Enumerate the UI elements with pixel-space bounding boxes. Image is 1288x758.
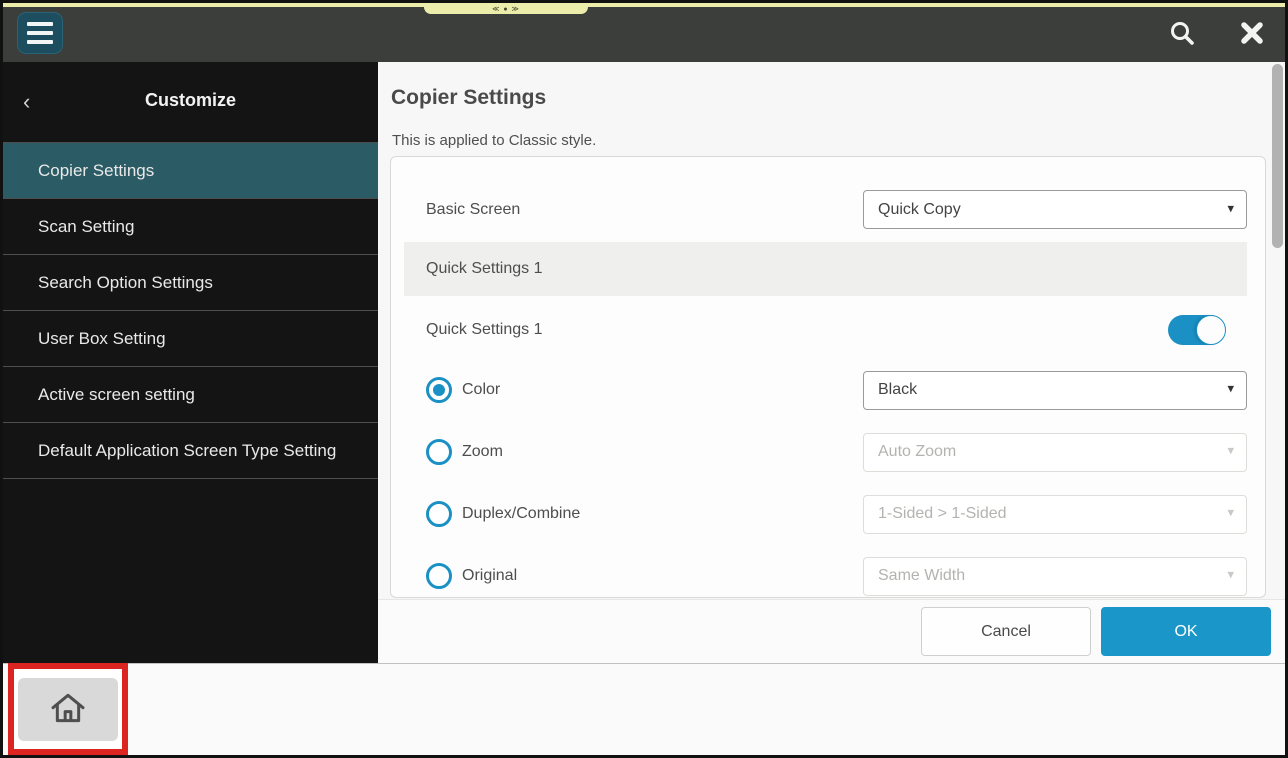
sidebar-item-label: User Box Setting <box>38 329 166 349</box>
close-button[interactable] <box>1237 18 1267 48</box>
option-label: Zoom <box>462 443 863 461</box>
option-dropdown[interactable]: 1-Sided > 1-Sided ▾ <box>863 495 1247 534</box>
option-list: Color Black ▾ Zoom <box>391 359 1265 598</box>
close-icon <box>1240 21 1264 45</box>
option-value: 1-Sided > 1-Sided <box>878 505 1007 523</box>
hamburger-icon <box>27 22 53 26</box>
option-row: Color Black ▾ <box>426 359 1247 421</box>
basic-screen-dropdown[interactable]: Quick Copy ▾ <box>863 190 1247 229</box>
radio-button[interactable] <box>426 377 452 403</box>
home-button[interactable] <box>18 678 118 741</box>
option-row: Zoom Auto Zoom ▾ <box>426 421 1247 483</box>
sidebar-item[interactable]: Scan Setting <box>3 199 378 255</box>
quick-settings-label: Quick Settings 1 <box>426 321 543 339</box>
sidebar-menu: Copier Settings Scan Setting Search Opti… <box>3 142 378 479</box>
settings-card: Basic Screen Quick Copy ▾ Quick Settings… <box>390 156 1266 598</box>
chevron-down-icon: ▾ <box>1227 200 1234 216</box>
option-value: Same Width <box>878 567 965 585</box>
ok-button[interactable]: OK <box>1101 607 1271 656</box>
sidebar-item-label: Copier Settings <box>38 161 154 181</box>
radio-dot <box>433 446 445 458</box>
search-icon <box>1168 19 1196 47</box>
sidebar-item[interactable]: Default Application Screen Type Setting <box>3 423 378 479</box>
sidebar-item[interactable]: Active screen setting <box>3 367 378 423</box>
chevron-down-icon: ▾ <box>1227 381 1234 397</box>
radio-button[interactable] <box>426 501 452 527</box>
radio-button[interactable] <box>426 439 452 465</box>
option-value: Auto Zoom <box>878 443 956 461</box>
toggle-knob <box>1196 315 1226 345</box>
option-dropdown[interactable]: Black ▾ <box>863 371 1247 410</box>
sidebar-item-label: Active screen setting <box>38 385 195 405</box>
top-bar <box>3 3 1285 62</box>
annotation-highlight-box <box>8 663 128 755</box>
sidebar-item-label: Search Option Settings <box>38 273 213 293</box>
radio-button[interactable] <box>426 563 452 589</box>
quick-settings-toggle[interactable] <box>1168 315 1225 345</box>
menu-button[interactable] <box>17 12 63 54</box>
sidebar-item[interactable]: Copier Settings <box>3 143 378 199</box>
status-strip <box>3 3 1285 7</box>
chevron-down-icon: ▾ <box>1227 443 1234 459</box>
bottom-bar <box>3 663 1285 755</box>
basic-screen-label: Basic Screen <box>426 201 520 219</box>
device-frame: ≪ ● ≫ <box>3 3 1285 755</box>
sidebar-item[interactable]: User Box Setting <box>3 311 378 367</box>
sidebar-title: Customize <box>3 90 378 111</box>
status-tab-indicator: ≪ ● ≫ <box>492 5 520 13</box>
quick-settings-toggle-row: Quick Settings 1 <box>426 310 1225 349</box>
page-title: Copier Settings <box>391 86 546 110</box>
search-button[interactable] <box>1167 18 1197 48</box>
sidebar-item-label: Default Application Screen Type Setting <box>38 441 336 461</box>
option-value: Black <box>878 381 917 399</box>
scrollbar-thumb[interactable] <box>1272 64 1283 248</box>
radio-dot <box>433 508 445 520</box>
basic-screen-value: Quick Copy <box>878 201 961 219</box>
page-subtitle: This is applied to Classic style. <box>392 132 596 149</box>
cancel-button[interactable]: Cancel <box>921 607 1091 656</box>
option-row: Original Same Width ▾ <box>426 545 1247 598</box>
sidebar: ‹ Customize Copier Settings Scan Setting… <box>3 62 378 663</box>
chevron-down-icon: ▾ <box>1227 567 1234 583</box>
option-label: Color <box>462 381 863 399</box>
option-dropdown[interactable]: Same Width ▾ <box>863 557 1247 596</box>
sidebar-item[interactable]: Search Option Settings <box>3 255 378 311</box>
sidebar-item-label: Scan Setting <box>38 217 134 237</box>
screen: ≪ ● ≫ <box>0 0 1288 758</box>
main-panel: Copier Settings This is applied to Class… <box>378 62 1285 663</box>
radio-dot <box>433 384 445 396</box>
radio-dot <box>433 570 445 582</box>
home-icon <box>48 689 88 729</box>
option-dropdown[interactable]: Auto Zoom ▾ <box>863 433 1247 472</box>
section-header: Quick Settings 1 <box>404 242 1247 296</box>
sidebar-header: ‹ Customize <box>3 62 378 142</box>
basic-screen-row: Basic Screen Quick Copy ▾ <box>426 190 1247 229</box>
option-row: Duplex/Combine 1-Sided > 1-Sided ▾ <box>426 483 1247 545</box>
chevron-down-icon: ▾ <box>1227 505 1234 521</box>
section-header-label: Quick Settings 1 <box>426 260 543 278</box>
scrollbar[interactable] <box>1271 64 1284 661</box>
action-footer: Cancel OK <box>378 599 1285 663</box>
status-tab: ≪ ● ≫ <box>424 3 588 14</box>
option-label: Duplex/Combine <box>462 505 863 523</box>
option-label: Original <box>462 567 863 585</box>
